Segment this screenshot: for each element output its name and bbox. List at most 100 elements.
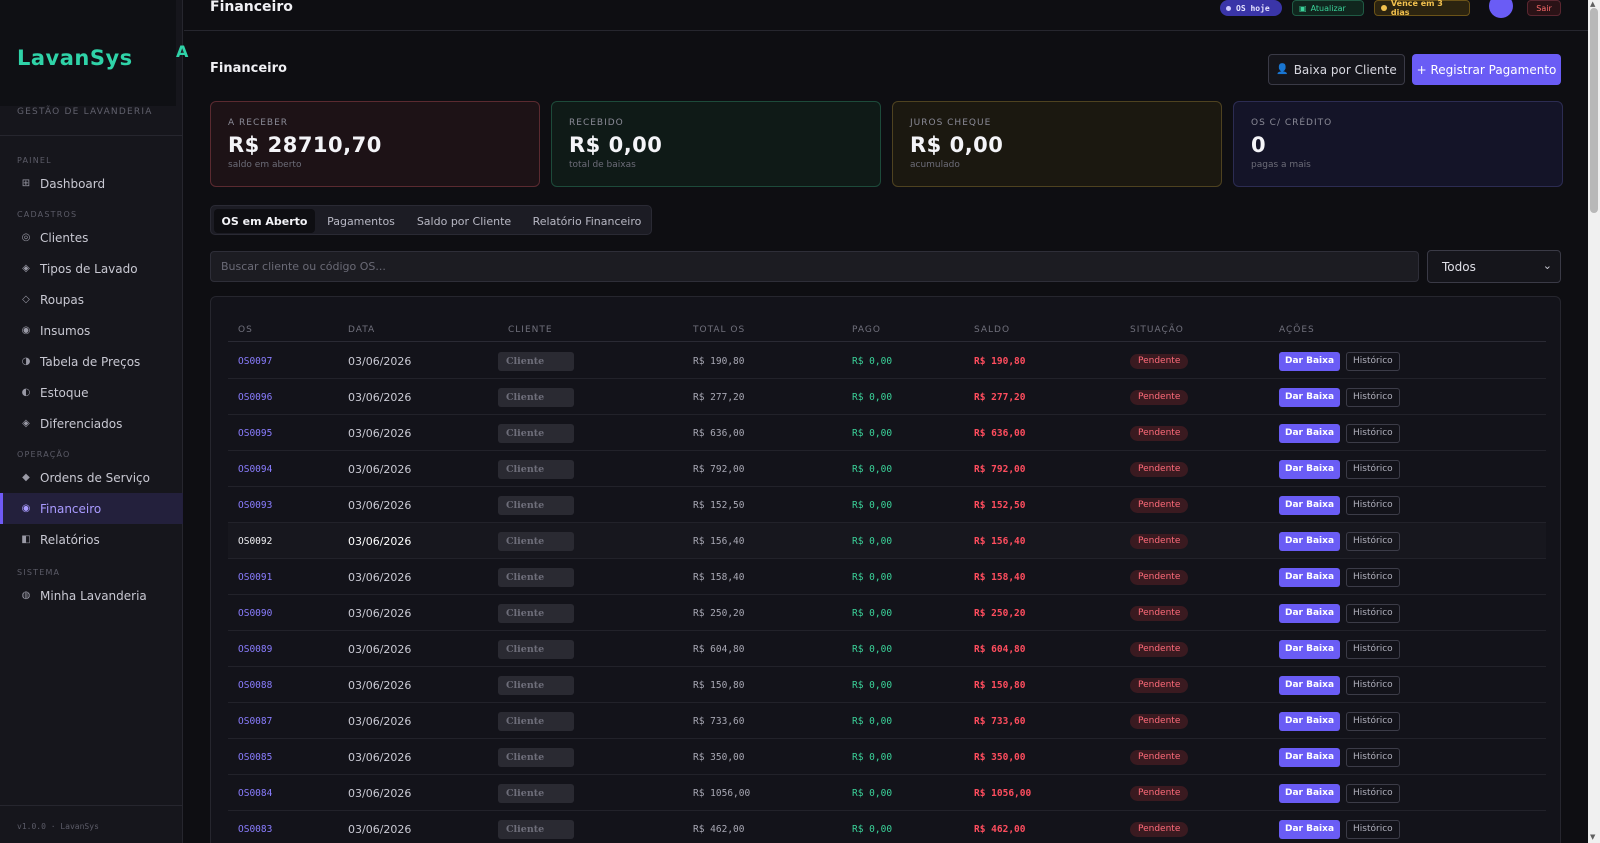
actions-cell: Dar Baixa Histórico: [1279, 595, 1400, 631]
avatar[interactable]: [1489, 0, 1513, 18]
os-code-link[interactable]: OS0083: [238, 811, 272, 843]
scroll-thumb[interactable]: [1590, 8, 1598, 213]
store-icon: ◍: [21, 590, 31, 601]
sidebar-item-dashboard[interactable]: ⊞ Dashboard: [0, 168, 183, 199]
tab-saldo-por-cliente[interactable]: Saldo por Cliente: [407, 209, 521, 233]
historico-button[interactable]: Histórico: [1346, 819, 1400, 839]
sidebar-item-insumos[interactable]: ◉ Insumos: [0, 315, 183, 346]
sidebar-item-tabela-de-precos[interactable]: ◑ Tabela de Preços: [0, 346, 183, 377]
tab-os-em-aberto[interactable]: OS em Aberto: [214, 209, 315, 233]
historico-button[interactable]: Histórico: [1346, 495, 1400, 515]
historico-button[interactable]: Histórico: [1346, 387, 1400, 407]
historico-button[interactable]: Histórico: [1346, 567, 1400, 587]
dar-baixa-button[interactable]: Dar Baixa: [1279, 423, 1341, 443]
os-code-link[interactable]: OS0084: [238, 775, 272, 811]
status-cell: Pendente: [1130, 775, 1189, 811]
scroll-up-icon[interactable]: ▲: [1590, 0, 1595, 8]
chevron-down-icon: ⌄: [1542, 259, 1552, 272]
sidebar-item-label: Dashboard: [40, 176, 106, 191]
status-cell: Pendente: [1130, 379, 1189, 415]
page-scrollbar[interactable]: ▲ ▼: [1588, 0, 1600, 843]
dar-baixa-button[interactable]: Dar Baixa: [1279, 819, 1341, 839]
stat-card-os-credito: OS C/ CRÉDITO 0 pagas a mais: [1233, 101, 1563, 187]
historico-button[interactable]: Histórico: [1346, 747, 1400, 767]
registrar-pagamento-button[interactable]: + Registrar Pagamento: [1412, 54, 1561, 85]
brand-mark-icon: A: [176, 42, 189, 61]
os-code-link[interactable]: OS0090: [238, 595, 272, 631]
dar-baixa-button[interactable]: Dar Baixa: [1279, 387, 1341, 407]
total-os-value: R$ 1056,00: [693, 787, 751, 799]
historico-button[interactable]: Histórico: [1346, 603, 1400, 623]
os-code-link[interactable]: OS0091: [238, 559, 272, 595]
historico-button[interactable]: Histórico: [1346, 459, 1400, 479]
os-code-link[interactable]: OS0088: [238, 667, 272, 703]
os-hoje-badge[interactable]: OS hoje: [1220, 0, 1282, 16]
total-os-value: R$ 636,00: [693, 427, 745, 439]
sidebar-item-label: Tipos de Lavado: [40, 261, 138, 276]
atualizar-button[interactable]: ▣ Atualizar: [1292, 0, 1364, 16]
scroll-down-icon[interactable]: ▼: [1590, 833, 1595, 841]
os-code-link[interactable]: OS0097: [238, 343, 272, 379]
os-code-link[interactable]: OS0094: [238, 451, 272, 487]
dar-baixa-button[interactable]: Dar Baixa: [1279, 351, 1341, 371]
historico-button[interactable]: Histórico: [1346, 423, 1400, 443]
dar-baixa-button[interactable]: Dar Baixa: [1279, 603, 1341, 623]
dar-baixa-button[interactable]: Dar Baixa: [1279, 459, 1341, 479]
client-cell: Cliente: [498, 703, 574, 739]
stat-card-a-receber: A RECEBER R$ 28710,70 saldo em aberto: [210, 101, 540, 187]
status-badge: Pendente: [1130, 749, 1189, 765]
historico-button[interactable]: Histórico: [1346, 675, 1400, 695]
baixa-por-cliente-button[interactable]: 👤 Baixa por Cliente: [1268, 54, 1405, 85]
stat-value: R$ 0,00: [569, 133, 663, 157]
client-chip: Cliente: [498, 819, 574, 839]
vence-badge[interactable]: Vence em 3 dias: [1374, 0, 1470, 17]
report-icon: ◧: [21, 534, 31, 545]
status-cell: Pendente: [1130, 631, 1189, 667]
sidebar-item-tipos-de-lavado[interactable]: ◈ Tipos de Lavado: [0, 253, 183, 284]
os-code-link[interactable]: OS0092: [238, 523, 272, 559]
saldo-value: R$ 636,00: [974, 427, 1026, 439]
dar-baixa-button[interactable]: Dar Baixa: [1279, 675, 1341, 695]
historico-button[interactable]: Histórico: [1346, 639, 1400, 659]
sidebar-item-roupas[interactable]: ◇ Roupas: [0, 284, 183, 315]
sidebar-item-label: Relatórios: [40, 532, 100, 547]
os-code-link[interactable]: OS0096: [238, 379, 272, 415]
os-code-link[interactable]: OS0085: [238, 739, 272, 775]
historico-button[interactable]: Histórico: [1346, 783, 1400, 803]
client-chip: Cliente: [498, 459, 574, 479]
dar-baixa-button[interactable]: Dar Baixa: [1279, 711, 1341, 731]
sidebar-item-label: Ordens de Serviço: [40, 470, 150, 485]
os-date: 03/06/2026: [348, 606, 412, 620]
historico-button[interactable]: Histórico: [1346, 711, 1400, 731]
dar-baixa-button[interactable]: Dar Baixa: [1279, 567, 1341, 587]
sidebar-item-minha-lavanderia[interactable]: ◍ Minha Lavanderia: [0, 580, 183, 611]
search-input[interactable]: [210, 251, 1419, 282]
status-filter-select[interactable]: Todos ⌄: [1427, 250, 1561, 283]
sidebar-item-estoque[interactable]: ◐ Estoque: [0, 377, 183, 408]
sidebar-item-clientes[interactable]: ◎ Clientes: [0, 222, 183, 253]
sair-button[interactable]: Sair: [1527, 0, 1561, 16]
os-code-link[interactable]: OS0087: [238, 703, 272, 739]
flask-icon: ◉: [21, 325, 31, 336]
sidebar-item-financeiro[interactable]: ◉ Financeiro: [0, 493, 183, 524]
dar-baixa-button[interactable]: Dar Baixa: [1279, 783, 1341, 803]
status-badge: Pendente: [1130, 569, 1189, 585]
status-badge: Pendente: [1130, 533, 1189, 549]
sidebar-item-diferenciados[interactable]: ◈ Diferenciados: [0, 408, 183, 439]
tab-pagamentos[interactable]: Pagamentos: [319, 209, 403, 233]
os-code-link[interactable]: OS0089: [238, 631, 272, 667]
historico-button[interactable]: Histórico: [1346, 531, 1400, 551]
dar-baixa-button[interactable]: Dar Baixa: [1279, 639, 1341, 659]
dar-baixa-button[interactable]: Dar Baixa: [1279, 495, 1341, 515]
historico-button[interactable]: Histórico: [1346, 351, 1400, 371]
sidebar-item-relatorios[interactable]: ◧ Relatórios: [0, 524, 183, 555]
tab-relatorio-financeiro[interactable]: Relatório Financeiro: [525, 209, 649, 233]
client-cell: Cliente: [498, 523, 574, 559]
sidebar-item-ordens-de-servico[interactable]: ◆ Ordens de Serviço: [0, 462, 183, 493]
dar-baixa-button[interactable]: Dar Baixa: [1279, 531, 1341, 551]
header-data: DATA: [348, 325, 376, 335]
dar-baixa-button[interactable]: Dar Baixa: [1279, 747, 1341, 767]
os-code-link[interactable]: OS0095: [238, 415, 272, 451]
os-code-link[interactable]: OS0093: [238, 487, 272, 523]
stat-label: JUROS CHEQUE: [910, 118, 992, 128]
